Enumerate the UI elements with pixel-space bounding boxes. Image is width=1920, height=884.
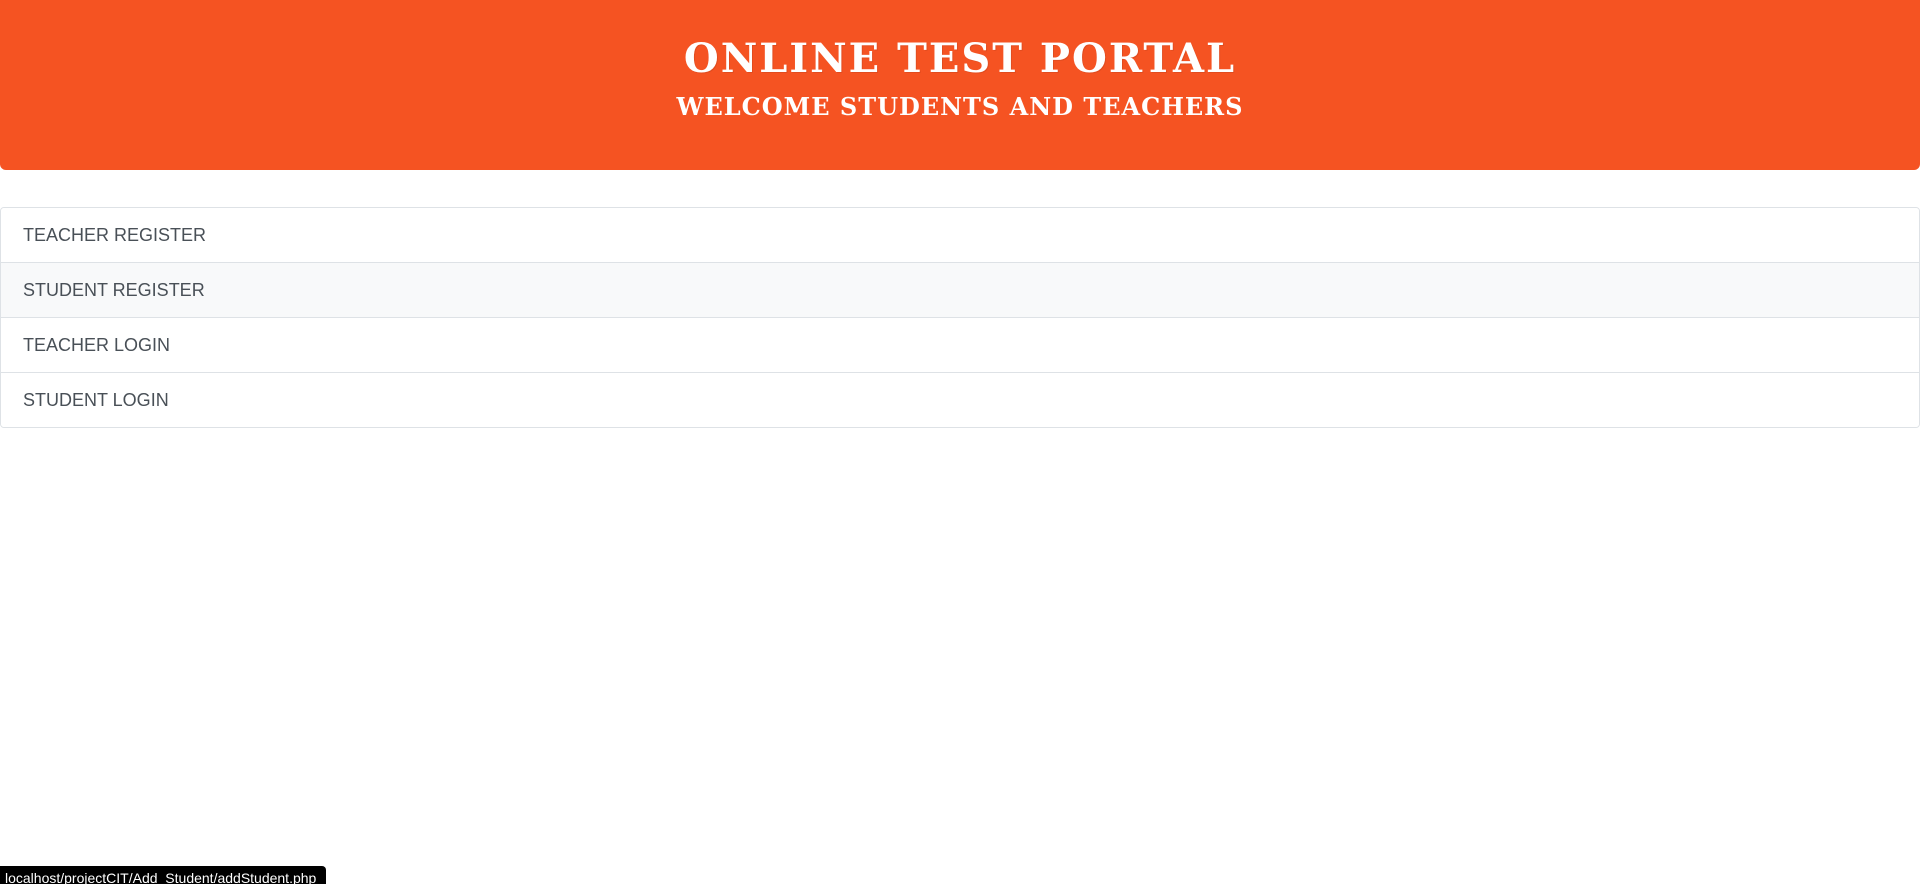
student-login-link[interactable]: STUDENT LOGIN	[1, 373, 1919, 427]
teacher-register-link[interactable]: TEACHER REGISTER	[1, 208, 1919, 263]
student-register-link[interactable]: STUDENT REGISTER	[1, 263, 1919, 318]
link-status-bar: localhost/projectCIT/Add_Student/addStud…	[0, 866, 327, 884]
teacher-login-link[interactable]: TEACHER LOGIN	[1, 318, 1919, 373]
page-subtitle: WELCOME STUDENTS AND TEACHERS	[676, 92, 1244, 121]
navigation-menu: TEACHER REGISTER STUDENT REGISTER TEACHE…	[0, 207, 1920, 428]
page-title: ONLINE TEST PORTAL	[683, 35, 1237, 82]
page-header: ONLINE TEST PORTAL WELCOME STUDENTS AND …	[0, 0, 1920, 170]
